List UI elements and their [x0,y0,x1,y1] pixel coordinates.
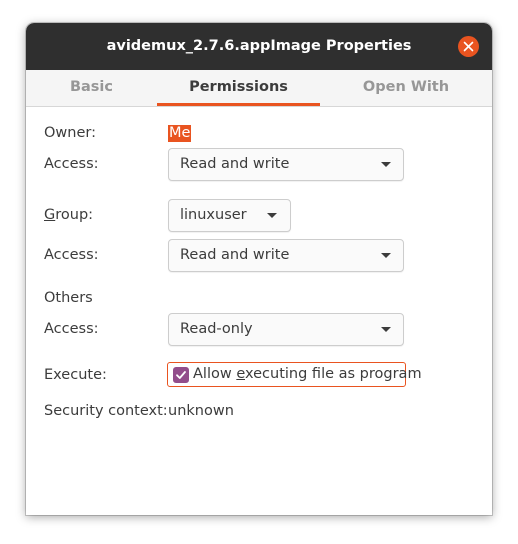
execute-checkbox-label[interactable]: Allow executing file as program [193,363,422,386]
properties-dialog: avidemux_2.7.6.appImage Properties Basic… [26,23,492,515]
execute-checkbox[interactable] [173,367,189,383]
chevron-down-icon [381,327,391,332]
checkmark-icon [176,371,186,379]
tab-permissions[interactable]: Permissions [157,70,320,107]
group-dropdown[interactable]: linuxuser [168,199,291,232]
execute-text-rest: xecuting file as program [245,366,422,382]
group-access-value: Read and write [180,247,290,263]
owner-label: Owner: [44,125,96,141]
security-context-label: Security context: [44,403,168,419]
execute-text-prefix: Allow [193,366,237,382]
tab-open-with[interactable]: Open With [320,70,492,107]
chevron-down-icon [267,213,277,218]
group-value: linuxuser [180,207,247,223]
others-access-value: Read-only [180,321,253,337]
others-access-dropdown[interactable]: Read-only [168,313,404,346]
close-button[interactable] [458,36,479,57]
others-label: Others [44,290,93,306]
tab-basic[interactable]: Basic [26,70,157,107]
title-bar[interactable]: avidemux_2.7.6.appImage Properties [26,23,492,70]
owner-access-dropdown[interactable]: Read and write [168,148,404,181]
group-label: Group: [44,207,93,223]
group-access-label: Access: [44,247,99,263]
security-context-value: unknown [168,403,234,419]
group-label-mnemonic: G [44,207,56,223]
active-tab-indicator [157,103,320,106]
chevron-down-icon [381,162,391,167]
group-label-rest: roup: [55,207,94,223]
window-title: avidemux_2.7.6.appImage Properties [106,38,412,54]
owner-value[interactable]: Me [168,125,192,142]
group-access-dropdown[interactable]: Read and write [168,239,404,272]
chevron-down-icon [381,253,391,258]
execute-text-mnemonic: e [236,366,245,382]
owner-access-label: Access: [44,156,99,172]
owner-access-value: Read and write [180,156,290,172]
execute-label: Execute: [44,367,107,383]
tab-bar: Basic Permissions Open With [26,70,492,107]
close-icon [463,41,474,52]
others-access-label: Access: [44,321,99,337]
execute-checkbox-row[interactable]: Allow executing file as program [167,362,422,387]
